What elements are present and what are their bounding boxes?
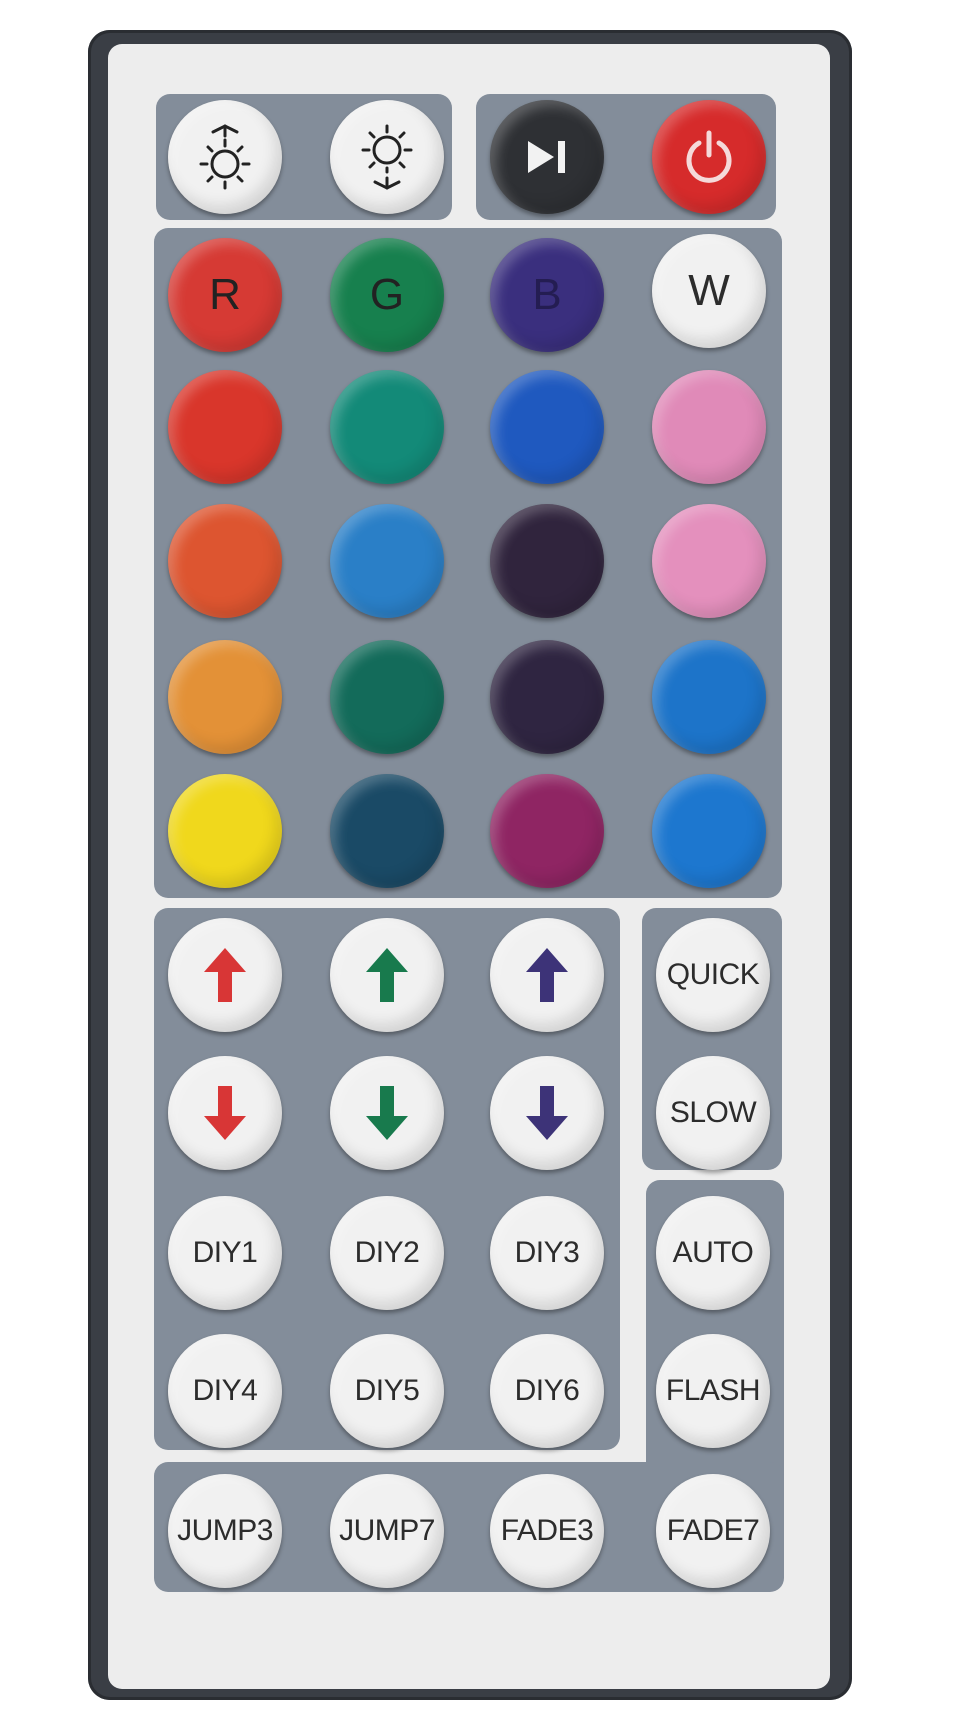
jump3-button[interactable]: JUMP3 bbox=[168, 1474, 282, 1588]
color-button-navy[interactable] bbox=[330, 774, 444, 888]
diy1-label: DIY1 bbox=[192, 1236, 258, 1269]
color-button-g[interactable]: G bbox=[330, 238, 444, 352]
color-button-red[interactable] bbox=[168, 370, 282, 484]
diy5-label: DIY5 bbox=[354, 1374, 420, 1407]
diy4-button[interactable]: DIY4 bbox=[168, 1334, 282, 1448]
diy2-button[interactable]: DIY2 bbox=[330, 1196, 444, 1310]
color-button-deep-purple[interactable] bbox=[490, 640, 604, 754]
green-down-button[interactable] bbox=[330, 1056, 444, 1170]
fade7-button[interactable]: FADE7 bbox=[656, 1474, 770, 1588]
diy2-label: DIY2 bbox=[354, 1236, 420, 1269]
fade3-label: FADE3 bbox=[500, 1514, 594, 1547]
diy6-label: DIY6 bbox=[514, 1374, 580, 1407]
color-button-magenta[interactable] bbox=[490, 774, 604, 888]
w-label: W bbox=[688, 266, 730, 315]
blue-up-arrow-icon bbox=[526, 948, 568, 1002]
quick-button[interactable]: QUICK bbox=[656, 918, 770, 1032]
slow-label: SLOW bbox=[669, 1096, 757, 1129]
green-up-button[interactable] bbox=[330, 918, 444, 1032]
diy1-button[interactable]: DIY1 bbox=[168, 1196, 282, 1310]
slow-button[interactable]: SLOW bbox=[656, 1056, 770, 1170]
brightness-down-icon bbox=[361, 124, 413, 190]
jump7-button[interactable]: JUMP7 bbox=[330, 1474, 444, 1588]
flash-button[interactable]: FLASH bbox=[656, 1334, 770, 1448]
fade3-button[interactable]: FADE3 bbox=[490, 1474, 604, 1588]
color-button-orange[interactable] bbox=[168, 640, 282, 754]
color-button-bright-blue[interactable] bbox=[652, 774, 766, 888]
auto-label: AUTO bbox=[672, 1236, 754, 1269]
r-label: R bbox=[209, 270, 241, 319]
color-button-dark-purple[interactable] bbox=[490, 504, 604, 618]
red-up-arrow-icon bbox=[204, 948, 246, 1002]
color-button-r[interactable]: R bbox=[168, 238, 282, 352]
flash-label: FLASH bbox=[665, 1374, 761, 1407]
red-down-button[interactable] bbox=[168, 1056, 282, 1170]
green-up-arrow-icon bbox=[366, 948, 408, 1002]
red-down-arrow-icon bbox=[204, 1086, 246, 1140]
b-label: B bbox=[532, 270, 562, 319]
diy6-button[interactable]: DIY6 bbox=[490, 1334, 604, 1448]
quick-label: QUICK bbox=[666, 958, 760, 991]
blue-down-arrow-icon bbox=[526, 1086, 568, 1140]
red-up-button[interactable] bbox=[168, 918, 282, 1032]
green-down-arrow-icon bbox=[366, 1086, 408, 1140]
auto-button[interactable]: AUTO bbox=[656, 1196, 770, 1310]
color-button-orange-red[interactable] bbox=[168, 504, 282, 618]
brightness-down-button[interactable] bbox=[330, 100, 444, 214]
jump7-label: JUMP7 bbox=[339, 1514, 435, 1547]
color-button-b[interactable]: B bbox=[490, 238, 604, 352]
jump3-label: JUMP3 bbox=[177, 1514, 273, 1547]
power-button[interactable] bbox=[652, 100, 766, 214]
play-pause-icon bbox=[528, 141, 565, 173]
g-label: G bbox=[369, 270, 405, 319]
diy3-label: DIY3 bbox=[514, 1236, 580, 1269]
color-button-teal[interactable] bbox=[330, 370, 444, 484]
diy4-label: DIY4 bbox=[192, 1374, 258, 1407]
blue-down-button[interactable] bbox=[490, 1056, 604, 1170]
color-button-sky-blue[interactable] bbox=[330, 504, 444, 618]
power-icon bbox=[686, 130, 732, 183]
color-button-light-pink[interactable] bbox=[652, 504, 766, 618]
fade7-label: FADE7 bbox=[666, 1514, 760, 1547]
color-button-dark-teal[interactable] bbox=[330, 640, 444, 754]
brightness-up-icon bbox=[199, 124, 251, 190]
brightness-up-button[interactable] bbox=[168, 100, 282, 214]
color-button-yellow[interactable] bbox=[168, 774, 282, 888]
diy3-button[interactable]: DIY3 bbox=[490, 1196, 604, 1310]
blue-up-button[interactable] bbox=[490, 918, 604, 1032]
color-button-pink[interactable] bbox=[652, 370, 766, 484]
diy5-button[interactable]: DIY5 bbox=[330, 1334, 444, 1448]
color-button-azure[interactable] bbox=[652, 640, 766, 754]
color-button-blue[interactable] bbox=[490, 370, 604, 484]
color-button-w[interactable]: W bbox=[652, 234, 766, 348]
play-pause-button[interactable] bbox=[490, 100, 604, 214]
